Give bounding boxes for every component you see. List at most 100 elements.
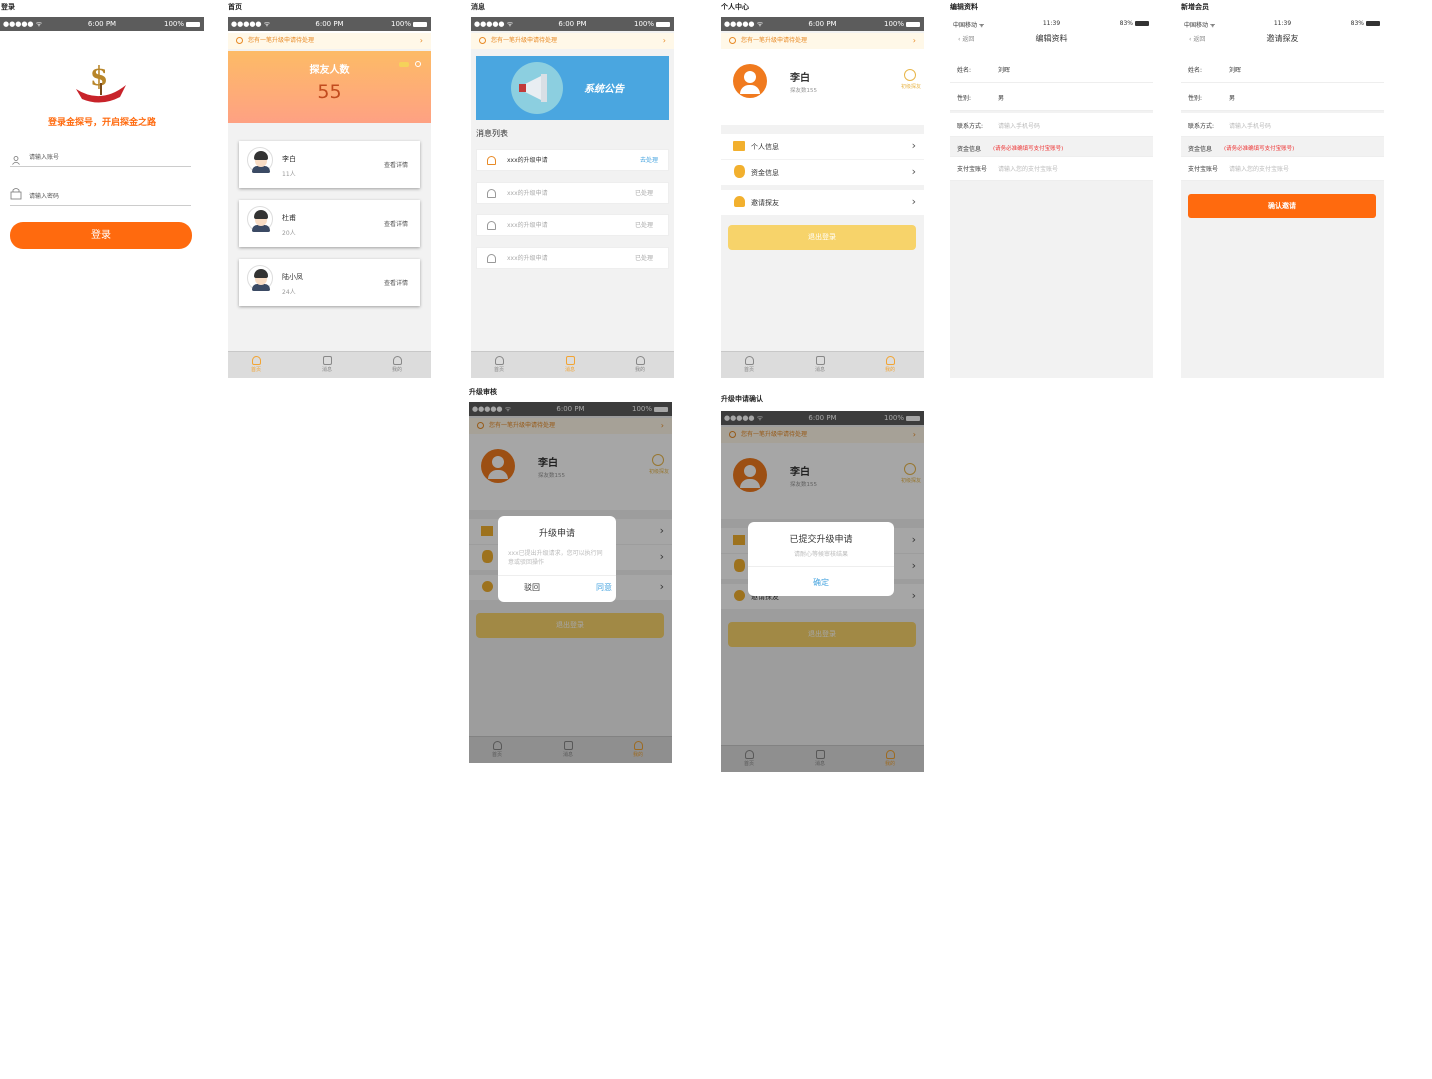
badge-icon xyxy=(904,69,916,81)
banner-count: 55 xyxy=(317,81,342,103)
divider xyxy=(10,205,191,206)
tab-mine[interactable]: 我的 xyxy=(880,356,900,373)
friend-card[interactable]: 李白 11人 查看详情 xyxy=(239,141,420,188)
announcement-banner[interactable]: 系统公告 xyxy=(476,56,669,120)
detail-link[interactable]: 查看详情 xyxy=(384,219,408,228)
login-button[interactable]: 登录 xyxy=(10,222,192,249)
list-item[interactable]: xxx的升级申请 去处理 xyxy=(476,149,669,171)
status-bar: 中国移动 ᯤ 11:39 83% xyxy=(950,17,1153,31)
divider xyxy=(10,166,191,167)
tab-home[interactable]: 首页 xyxy=(739,356,759,373)
announcement-text: 系统公告 xyxy=(584,84,624,95)
alipay-field[interactable]: 支付宝账号 请输入您的支付宝账号 xyxy=(950,157,1153,181)
profile-sub: 探友数155 xyxy=(790,88,817,94)
banner: 探友人数 55 xyxy=(228,51,431,123)
tab-home[interactable]: 首页 xyxy=(246,356,266,373)
avatar xyxy=(247,147,273,173)
screen-label-profile: 个人中心 xyxy=(721,3,749,11)
screen-label-messages: 消息 xyxy=(471,3,485,11)
nav-title: 编辑资料 xyxy=(1035,34,1068,43)
dialog-title: 已提交升级申请 xyxy=(789,535,853,545)
list-item[interactable]: xxx的升级申请 已处理 xyxy=(476,182,669,204)
chevron-right-icon: › xyxy=(662,36,666,45)
user-icon xyxy=(885,356,895,365)
list-item[interactable]: xxx的升级申请 已处理 xyxy=(476,247,669,269)
messages-screen: ●●●●● ᯤ 6:00 PM 100% 您有一笔升级申请待处理 › 系统公告 … xyxy=(471,17,674,378)
notice-bar[interactable]: 您有一笔升级申请待处理 › xyxy=(471,33,674,49)
notice-bar[interactable]: 您有一笔升级申请待处理 › xyxy=(721,33,924,49)
alipay-field[interactable]: 支付宝账号 请输入您的支付宝账号 xyxy=(1181,157,1384,181)
screen-label-login: 登录 xyxy=(1,3,15,11)
user-icon xyxy=(12,150,20,165)
contact-field[interactable]: 联系方式: 请输入手机号码 xyxy=(950,113,1153,137)
contact-field[interactable]: 联系方式: 请输入手机号码 xyxy=(1181,113,1384,137)
fund-section: 资金信息 (请务必准确填写支付宝账号) xyxy=(950,139,1153,157)
friend-card[interactable]: 陆小凤 24人 查看详情 xyxy=(239,259,420,306)
user-icon xyxy=(392,356,402,365)
tab-mine[interactable]: 我的 xyxy=(630,356,650,373)
gender-field[interactable]: 性别: 男 xyxy=(950,83,1153,111)
screen-label-confirm: 升级申请确认 xyxy=(721,395,763,403)
tab-mine[interactable]: 我的 xyxy=(387,356,407,373)
password-input[interactable]: 请输入密码 xyxy=(29,191,59,200)
chevron-right-icon: › xyxy=(911,139,916,152)
detail-link[interactable]: 查看详情 xyxy=(384,160,408,169)
screen-label-review: 升级审核 xyxy=(469,388,497,396)
screen-label-home: 首页 xyxy=(228,3,242,11)
badge-label: 初级探友 xyxy=(900,84,921,90)
name-field[interactable]: 姓名: 刘晖 xyxy=(950,55,1153,83)
svg-text:$: $ xyxy=(90,62,108,92)
login-screen: ●●●●● ᯤ 6:00 PM 100% $ 登录金探号，开启探金之路 请输入账… xyxy=(0,17,204,257)
status-bar: ●●●●● ᯤ 6:00 PM 100% xyxy=(0,17,204,31)
home-icon xyxy=(494,356,504,365)
bell-icon xyxy=(236,37,243,44)
tab-home[interactable]: 首页 xyxy=(489,356,509,373)
tab-message[interactable]: 消息 xyxy=(560,356,580,373)
name-field[interactable]: 姓名: 刘晖 xyxy=(1181,55,1384,83)
dialog-body: 请耐心等候审核结果 xyxy=(793,551,848,558)
menu-personal-info[interactable]: 个人信息 › xyxy=(721,134,924,159)
friend-card[interactable]: 杜甫 20人 查看详情 xyxy=(239,200,420,247)
reject-button[interactable]: 驳回 xyxy=(524,582,540,593)
confirm-invite-button[interactable]: 确认邀请 xyxy=(1188,194,1376,218)
fund-section: 资金信息 (请务必准确填写支付宝账号) xyxy=(1181,139,1384,157)
tab-bar: 首页 消息 我的 xyxy=(721,351,924,378)
chevron-right-icon: › xyxy=(419,36,423,45)
avatar xyxy=(733,64,767,98)
detail-link[interactable]: 查看详情 xyxy=(384,278,408,287)
confirm-screen: ●●●●● ᯤ 6:00 PM 100% 您有一笔升级申请待处理 › 李白 探友数… xyxy=(721,411,924,772)
menu-invite[interactable]: 邀请探友 › xyxy=(721,190,924,215)
message-icon xyxy=(565,356,575,365)
bell-icon xyxy=(487,189,496,198)
message-icon xyxy=(815,356,825,365)
ok-button[interactable]: 确定 xyxy=(748,577,894,588)
list-title: 消息列表 xyxy=(476,129,508,138)
notice-bar[interactable]: 您有一笔升级申请待处理 › xyxy=(228,33,431,49)
bell-icon xyxy=(729,37,736,44)
tab-message[interactable]: 消息 xyxy=(810,356,830,373)
settings-icon[interactable] xyxy=(415,61,421,67)
upgrade-dialog: 升级申请 xxx已提出升级请求，您可以执行同意或驳回操作 驳回 同意 xyxy=(498,516,616,602)
bell-icon xyxy=(487,156,496,165)
bell-icon xyxy=(479,37,486,44)
screen-label-add: 新增会员 xyxy=(1181,3,1209,11)
status-bar: 中国移动 ᯤ 11:39 83% xyxy=(1181,17,1384,31)
chevron-right-icon: › xyxy=(912,36,916,45)
battery-indicator: 100% xyxy=(164,20,200,28)
home-icon xyxy=(251,356,261,365)
user-icon xyxy=(635,356,645,365)
tab-message[interactable]: 消息 xyxy=(317,356,337,373)
account-input[interactable]: 请输入账号 xyxy=(29,152,59,161)
nav-bar: ‹ 返回 编辑资料 xyxy=(950,31,1153,55)
menu-fund-info[interactable]: 资金信息 › xyxy=(721,160,924,185)
edit-screen: 中国移动 ᯤ 11:39 83% ‹ 返回 编辑资料 姓名: 刘晖 性别: 男 联系… xyxy=(950,17,1153,378)
list-item[interactable]: xxx的升级申请 已处理 xyxy=(476,214,669,236)
confirm-dialog: 已提交升级申请 请耐心等候审核结果 确定 xyxy=(748,522,894,596)
profile-screen: ●●●●● ᯤ 6:00 PM 100% 您有一笔升级申请待处理 › 李白 探友… xyxy=(721,17,924,378)
agree-button[interactable]: 同意 xyxy=(596,582,612,593)
avatar xyxy=(247,265,273,291)
dialog-title: 升级申请 xyxy=(538,529,575,539)
gender-field[interactable]: 性别: 男 xyxy=(1181,83,1384,111)
logout-button[interactable]: 退出登录 xyxy=(728,225,916,250)
nav-title: 邀请探友 xyxy=(1266,34,1299,43)
